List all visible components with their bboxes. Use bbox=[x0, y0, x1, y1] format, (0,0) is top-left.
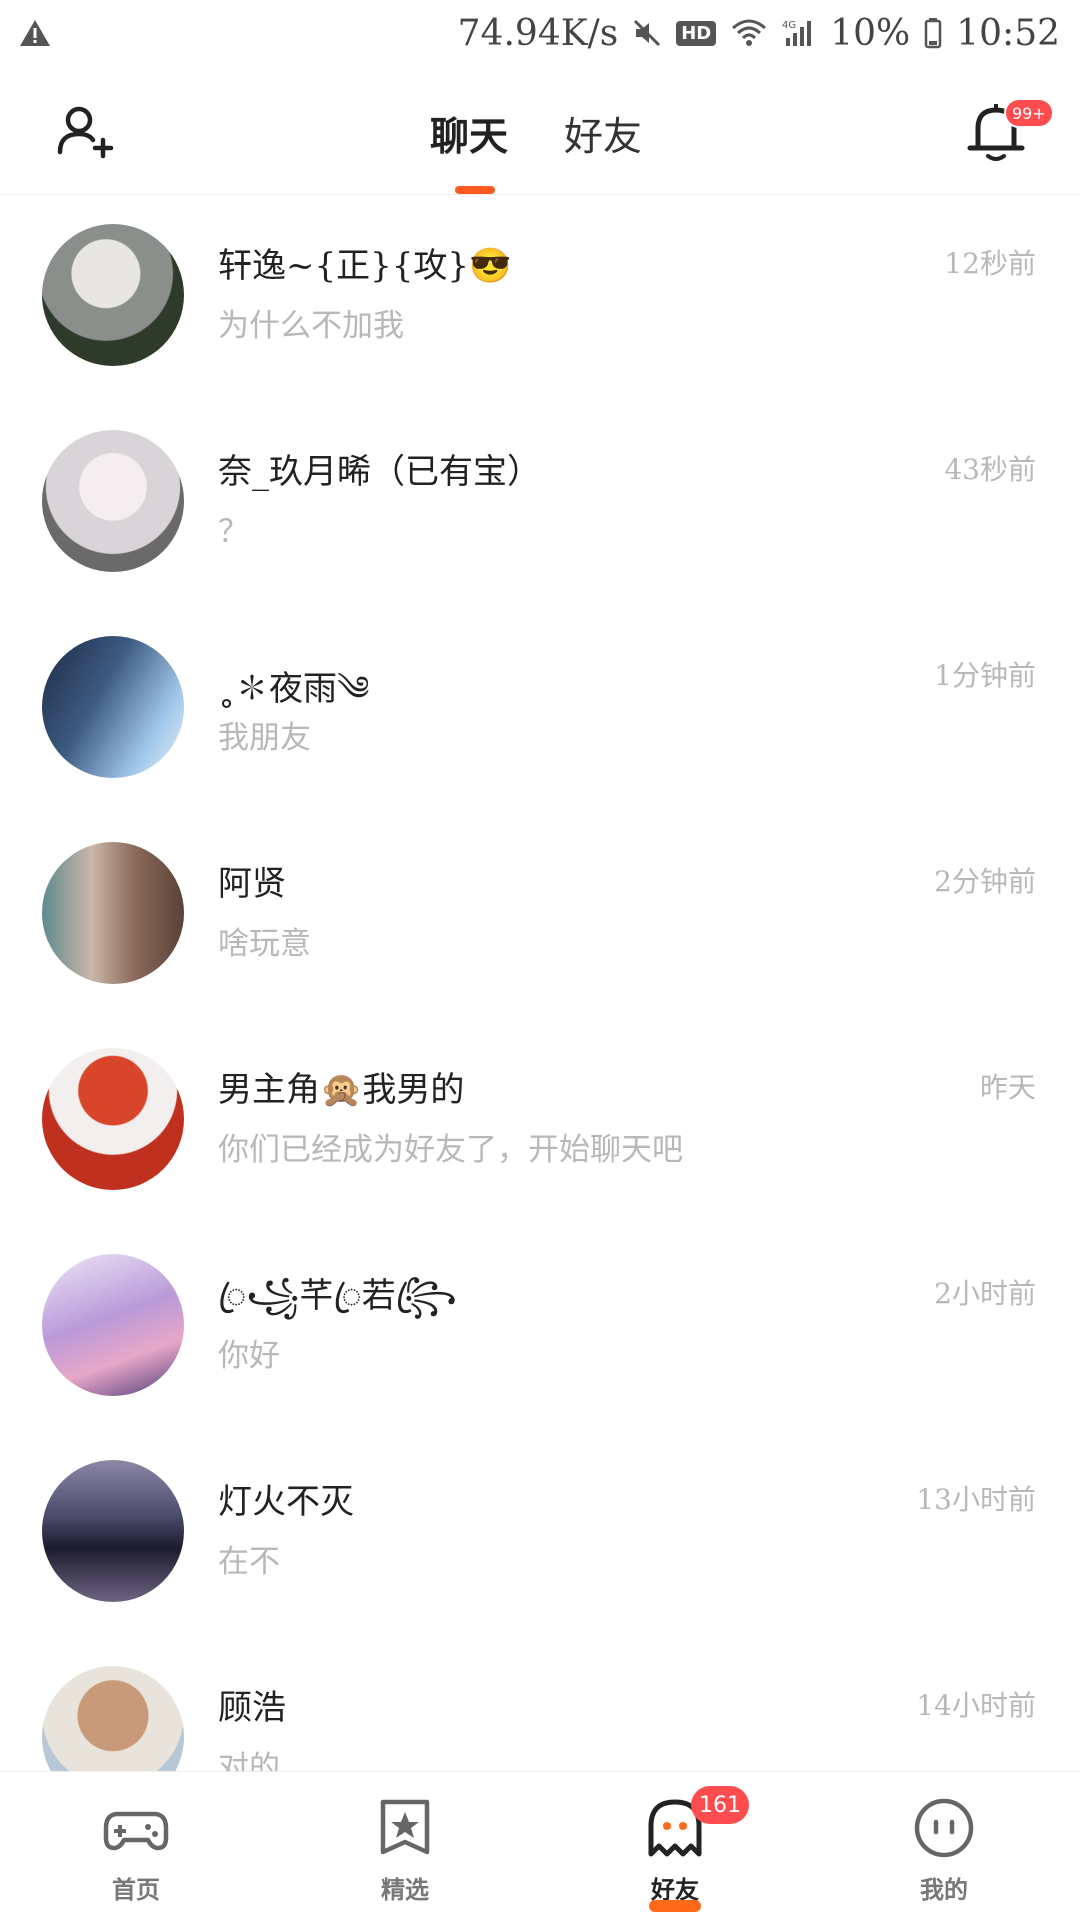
nav-friends[interactable]: 好友 161 bbox=[605, 1786, 749, 1912]
chat-name: 阿贤 bbox=[218, 864, 286, 904]
chat-name: ꦿ꧁芊ꦿ若꧂ꦿ bbox=[218, 1276, 457, 1316]
chat-last-message: 对的 bbox=[218, 1750, 280, 1771]
status-bar: 74.94K/s HD 4G 10% 10:52 bbox=[0, 0, 1080, 66]
signal-icon: 4G bbox=[782, 18, 816, 48]
avatar[interactable] bbox=[42, 1460, 184, 1602]
avatar[interactable] bbox=[42, 1048, 184, 1190]
chat-time: 2小时前 bbox=[934, 1277, 1036, 1310]
chat-list-item[interactable]: 顾浩 对的 14小时前 bbox=[0, 1638, 1080, 1771]
chat-time: 13小时前 bbox=[916, 1483, 1036, 1516]
chat-time: 43秒前 bbox=[944, 453, 1036, 486]
chat-last-message: 你们已经成为好友了，开始聊天吧 bbox=[218, 1132, 683, 1168]
wifi-icon bbox=[730, 18, 768, 48]
bottom-navigation: 首页 精选 好友 161 我的 bbox=[0, 1771, 1080, 1920]
chat-last-message: 你好 bbox=[218, 1338, 280, 1374]
nav-me[interactable]: 我的 bbox=[874, 1792, 1014, 1912]
nav-label: 我的 bbox=[920, 1875, 968, 1904]
top-header: 聊天 好友 99+ bbox=[0, 80, 1080, 195]
app-screen: 74.94K/s HD 4G 10% 10:52 聊天 好友 99+ 轩逸~{正… bbox=[0, 0, 1080, 1920]
avatar[interactable] bbox=[42, 1254, 184, 1396]
chat-list-item[interactable]: 奈_玖月晞（已有宝） ？ 43秒前 bbox=[0, 402, 1080, 608]
mute-icon bbox=[632, 18, 662, 48]
avatar[interactable] bbox=[42, 636, 184, 778]
battery-icon bbox=[924, 17, 942, 49]
chat-list-item[interactable]: 轩逸~{正}{攻}😎 为什么不加我 12秒前 bbox=[0, 196, 1080, 402]
clock: 10:52 bbox=[956, 12, 1060, 54]
gamepad-icon bbox=[103, 1811, 169, 1851]
avatar[interactable] bbox=[42, 842, 184, 984]
chat-name: 男主角🙊我男的 bbox=[218, 1070, 465, 1110]
warning-icon bbox=[18, 18, 52, 48]
net-speed: 74.94K/s bbox=[457, 12, 619, 54]
nav-featured[interactable]: 精选 bbox=[335, 1792, 475, 1912]
chat-list-item[interactable]: 灯火不灭 在不 13小时前 bbox=[0, 1432, 1080, 1638]
chat-last-message: 在不 bbox=[218, 1544, 280, 1580]
chat-name: 灯火不灭 bbox=[218, 1482, 354, 1522]
avatar[interactable] bbox=[42, 430, 184, 572]
face-icon bbox=[914, 1798, 974, 1858]
nav-label: 精选 bbox=[381, 1875, 429, 1904]
chat-last-message: ？ bbox=[218, 514, 249, 550]
chat-last-message: 为什么不加我 bbox=[218, 308, 404, 344]
chat-time: 2分钟前 bbox=[934, 865, 1036, 898]
chat-list: 轩逸~{正}{攻}😎 为什么不加我 12秒前 奈_玖月晞（已有宝） ？ 43秒前… bbox=[0, 196, 1080, 1771]
notification-badge: 99+ bbox=[1004, 98, 1054, 128]
chat-last-message: 我朋友 bbox=[218, 720, 311, 756]
tab-indicator bbox=[455, 186, 495, 194]
avatar[interactable] bbox=[42, 1666, 184, 1771]
nav-active-indicator bbox=[649, 1900, 701, 1912]
chat-time: 12秒前 bbox=[944, 247, 1036, 280]
star-icon bbox=[380, 1799, 430, 1855]
chat-time: 1分钟前 bbox=[934, 659, 1036, 692]
chat-name: 轩逸~{正}{攻}😎 bbox=[218, 246, 512, 286]
chat-name: 奈_玖月晞（已有宝） bbox=[218, 452, 541, 492]
tab-friends[interactable]: 好友 bbox=[564, 106, 642, 162]
chat-time: 昨天 bbox=[979, 1071, 1036, 1104]
chat-list-item[interactable]: ꦿ꧁芊ꦿ若꧂ꦿ 你好 2小时前 bbox=[0, 1226, 1080, 1432]
chat-list-item[interactable]: 阿贤 啥玩意 2分钟前 bbox=[0, 814, 1080, 1020]
chat-time: 14小时前 bbox=[916, 1689, 1036, 1722]
hd-icon: HD bbox=[676, 20, 717, 46]
nav-label: 首页 bbox=[112, 1875, 160, 1904]
tab-chat[interactable]: 聊天 bbox=[430, 106, 508, 162]
network-label: 4G bbox=[782, 20, 796, 31]
chat-list-item[interactable]: 男主角🙊我男的 你们已经成为好友了，开始聊天吧 昨天 bbox=[0, 1020, 1080, 1226]
chat-name: 顾浩 bbox=[218, 1688, 286, 1728]
avatar[interactable] bbox=[42, 224, 184, 366]
battery-percent: 10% bbox=[830, 12, 911, 54]
header-tabs: 聊天 好友 bbox=[0, 80, 1080, 195]
chat-last-message: 啥玩意 bbox=[218, 926, 311, 962]
nav-home[interactable]: 首页 bbox=[66, 1792, 206, 1912]
chat-list-item[interactable]: ˳✽夜雨༄ 我朋友 1分钟前 bbox=[0, 608, 1080, 814]
friends-badge: 161 bbox=[691, 1786, 749, 1824]
